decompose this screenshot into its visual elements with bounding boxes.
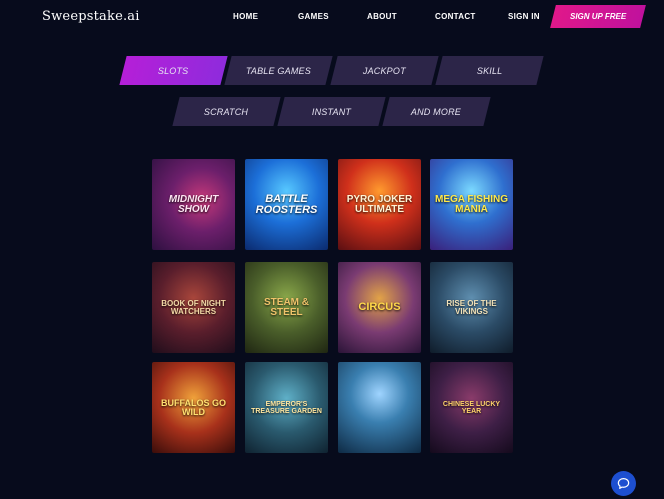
game-title: MEGA FISHING MANIA — [435, 193, 508, 215]
chat-button[interactable] — [611, 471, 636, 496]
game-tile-storm-slot[interactable] — [338, 362, 421, 453]
game-tile-buffalos-go-wild[interactable]: BUFFALOS GO WILD — [152, 362, 235, 453]
tab-slots-label: SLOTS — [158, 65, 189, 76]
tab-table-games[interactable]: TABLE GAMES — [224, 56, 333, 85]
game-title: BOOK OF NIGHT WATCHERS — [161, 298, 226, 316]
game-tile-circus[interactable]: CIRCUS — [338, 262, 421, 353]
top-navigation: Sweepstake.ai HOME GAMES ABOUT CONTACT S… — [0, 0, 664, 34]
game-title: CHINESE LUCKY YEAR — [442, 400, 501, 415]
tab-scratch[interactable]: SCRATCH — [172, 97, 281, 126]
game-tile-midnight-show[interactable]: MIDNIGHT SHOW — [152, 159, 235, 250]
sign-up-button[interactable]: SIGN UP FREE — [550, 5, 646, 28]
game-tile-chinese-lucky-year[interactable]: CHINESE LUCKY YEAR — [430, 362, 513, 453]
game-title: BATTLE ROOSTERS — [255, 192, 318, 216]
game-title: MIDNIGHT SHOW — [168, 193, 219, 215]
chat-bubble-icon — [617, 478, 630, 489]
sign-up-label: SIGN UP FREE — [569, 12, 627, 21]
tab-skill[interactable]: SKILL — [435, 56, 544, 85]
tab-instant-label: INSTANT — [311, 106, 352, 117]
game-tile-pyro-joker[interactable]: PYRO JOKER ULTIMATE — [338, 159, 421, 250]
game-tile-book-of-night-watchers[interactable]: BOOK OF NIGHT WATCHERS — [152, 262, 235, 353]
game-tile-steam-and-steel[interactable]: STEAM & STEEL — [245, 262, 328, 353]
tab-table-games-label: TABLE GAMES — [245, 65, 312, 76]
nav-about-link[interactable]: ABOUT — [367, 12, 397, 21]
game-title: EMPEROR'S TREASURE GARDEN — [251, 400, 322, 415]
nav-home-link[interactable]: HOME — [233, 12, 258, 21]
game-title: STEAM & STEEL — [264, 296, 309, 318]
game-tile-emperors-treasure-garden[interactable]: EMPEROR'S TREASURE GARDEN — [245, 362, 328, 453]
tab-jackpot[interactable]: JACKPOT — [330, 56, 439, 85]
tab-and-more-label: AND MORE — [411, 106, 462, 117]
game-title: RISE OF THE VIKINGS — [446, 298, 497, 316]
site-logo[interactable]: Sweepstake.ai — [42, 9, 140, 24]
tab-scratch-label: SCRATCH — [204, 106, 249, 117]
tab-jackpot-label: JACKPOT — [363, 65, 406, 76]
game-title: PYRO JOKER ULTIMATE — [346, 193, 413, 215]
game-tile-battle-roosters[interactable]: BATTLE ROOSTERS — [245, 159, 328, 250]
game-title: BUFFALOS GO WILD — [161, 397, 226, 417]
game-title: CIRCUS — [358, 301, 401, 313]
tab-and-more[interactable]: AND MORE — [382, 97, 491, 126]
tab-skill-label: SKILL — [476, 65, 503, 76]
game-tile-mega-fishing-mania[interactable]: MEGA FISHING MANIA — [430, 159, 513, 250]
tab-slots[interactable]: SLOTS — [119, 56, 228, 85]
game-tile-rise-of-the-vikings[interactable]: RISE OF THE VIKINGS — [430, 262, 513, 353]
nav-sign-in-link[interactable]: SIGN IN — [508, 12, 540, 21]
nav-contact-link[interactable]: CONTACT — [435, 12, 476, 21]
tab-instant[interactable]: INSTANT — [277, 97, 386, 126]
nav-games-link[interactable]: GAMES — [298, 12, 329, 21]
